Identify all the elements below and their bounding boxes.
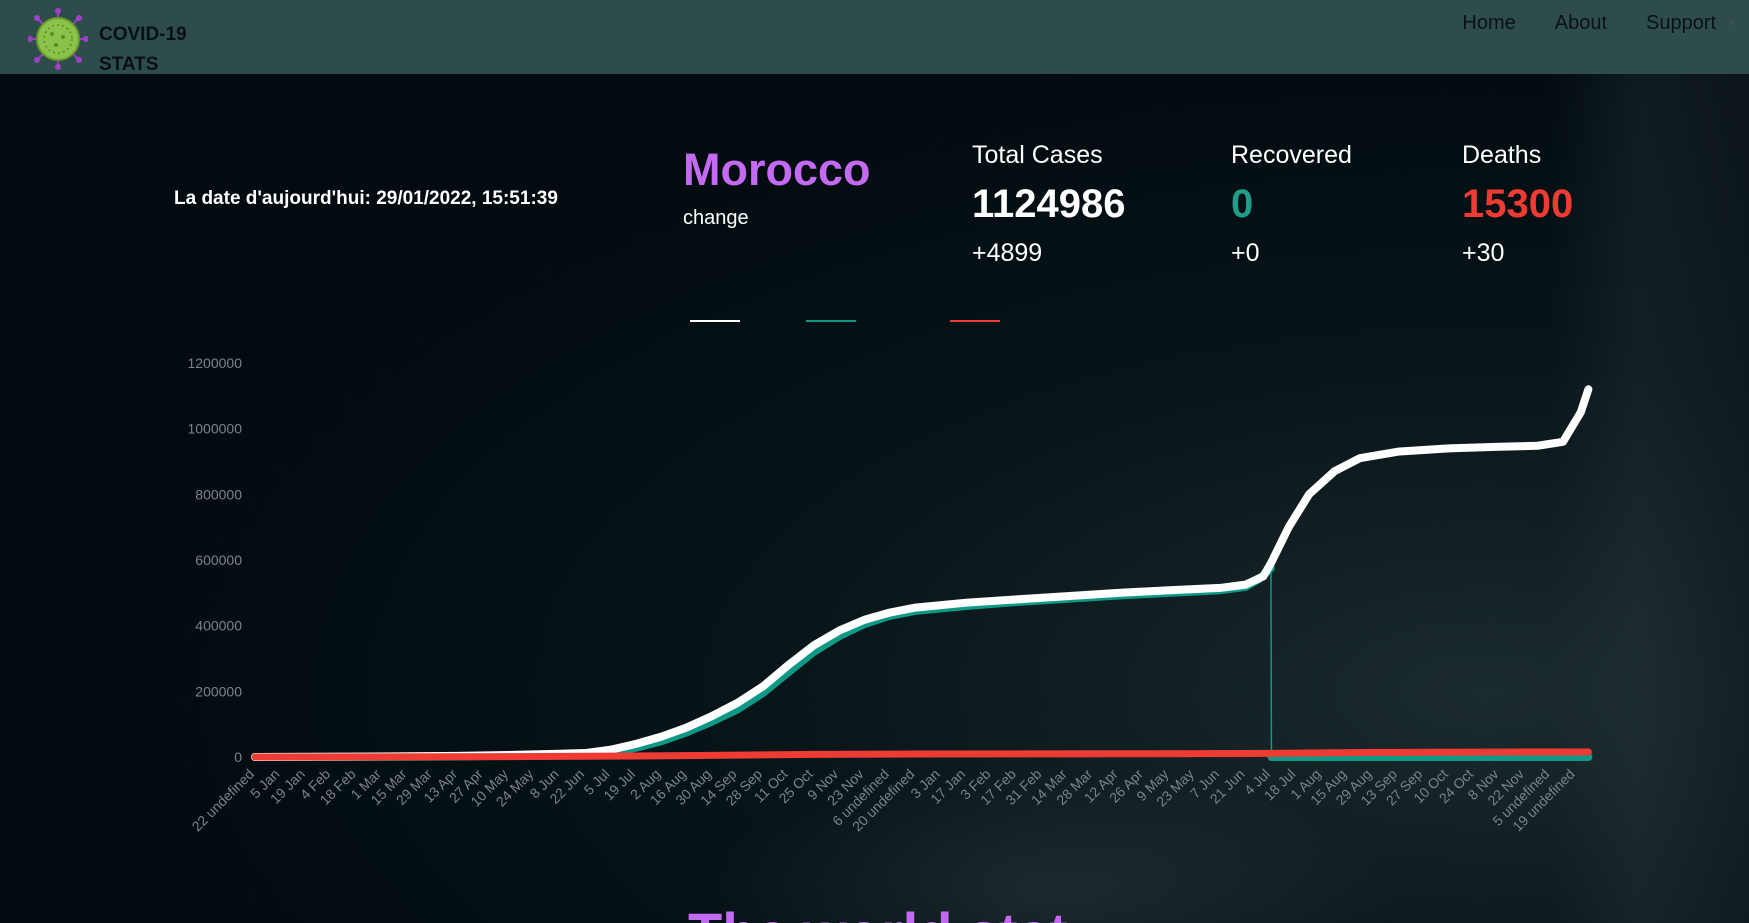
y-tick-label: 600000 — [195, 552, 242, 568]
series-cases-line — [251, 385, 1593, 761]
brand-line1: COVID-19 — [99, 24, 187, 45]
y-tick-label: 0 — [234, 749, 242, 765]
legend-swatch-recovered — [806, 320, 856, 322]
nav-about[interactable]: About — [1555, 12, 1607, 35]
legend-label: Cases — [748, 320, 791, 322]
recovered-value: 0 — [1231, 182, 1254, 226]
nav-support-label: Support — [1646, 12, 1717, 34]
series-recovered-drop — [1270, 568, 1273, 758]
legend-swatch-cases — [690, 320, 740, 322]
navbar: COVID-19 STATS Home About Support ▼ — [0, 0, 1749, 75]
y-tick-label: 1200000 — [187, 355, 242, 371]
y-tick-label: 400000 — [195, 618, 242, 634]
covid-line-chart: 0 200000 400000 600000 800000 1000000 1200000 2… — [187, 320, 1593, 835]
deaths-stat: Deaths 15300 +30 — [1462, 141, 1573, 268]
x-tick-label: 22 undefined — [189, 766, 258, 835]
nav-home[interactable]: Home — [1462, 12, 1515, 35]
brand-line2: STATS — [99, 54, 159, 75]
deaths-value: 15300 — [1462, 182, 1574, 226]
virus-logo-icon[interactable] — [27, 8, 89, 70]
change-country-link[interactable]: change — [683, 207, 749, 230]
brand-title[interactable]: COVID-19 STATS — [99, 20, 209, 80]
country-name: Morocco — [683, 144, 871, 195]
legend-label: Recovered — [864, 320, 937, 322]
recovered-stat: Recovered 0 +0 — [1231, 141, 1352, 268]
nav-links: Home About Support ▼ — [1423, 12, 1737, 35]
current-date: La date d'aujourd'hui: 29/01/2022, 15:51… — [174, 188, 558, 209]
legend-label: Deaths — [1008, 320, 1056, 322]
recovered-label: Recovered — [1231, 141, 1352, 169]
total-cases-stat: Total Cases 1124986 +4899 — [972, 141, 1126, 268]
deaths-delta: +30 — [1462, 239, 1505, 267]
total-cases-value: 1124986 — [972, 182, 1126, 226]
chevron-down-icon: ▼ — [1726, 17, 1737, 30]
total-cases-label: Total Cases — [972, 141, 1103, 169]
nav-support[interactable]: Support ▼ — [1646, 12, 1737, 35]
y-tick-label: 200000 — [195, 683, 242, 699]
legend-swatch-deaths — [950, 320, 1000, 322]
y-tick-label: 800000 — [195, 486, 242, 502]
recovered-delta: +0 — [1231, 239, 1260, 267]
world-stats-title: The world stat — [688, 905, 1068, 923]
deaths-label: Deaths — [1462, 141, 1542, 169]
total-cases-delta: +4899 — [972, 239, 1043, 267]
y-tick-label: 1000000 — [187, 421, 242, 437]
